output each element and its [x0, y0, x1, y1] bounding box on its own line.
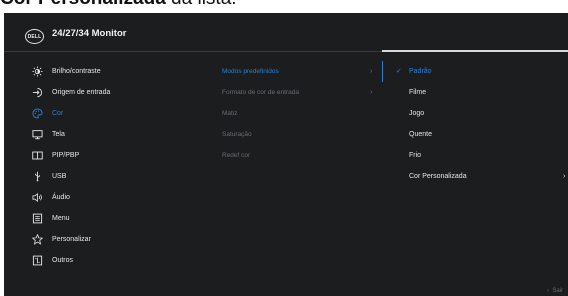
chevron-left-icon: ‹ [546, 288, 549, 294]
option-label: Jogo [409, 109, 425, 117]
menu-item-label: Outros [52, 256, 74, 264]
submenu-item-label: Redef cor [222, 151, 251, 159]
osd-window: DELL 24/27/34 Monitor Brilho/contraste O… [4, 13, 568, 296]
option-label: Frio [409, 151, 422, 159]
option-cor-personalizada[interactable]: Cor Personalizada › [383, 166, 568, 186]
submenu-item-formato-de-cor[interactable]: Formato de cor de entrada › [222, 82, 382, 102]
submenu-item-modos-predefinidos[interactable]: Modos predefinidos › [222, 61, 382, 81]
menu-item-brilho-contraste[interactable]: Brilho/contraste [4, 61, 214, 81]
option-filme[interactable]: Filme [383, 82, 568, 102]
option-padrao[interactable]: ✓ Padrão [383, 61, 568, 81]
check-icon: ✓ [396, 68, 402, 75]
exit-button[interactable]: ‹ Sair [547, 288, 563, 294]
option-quente[interactable]: Quente [383, 124, 568, 144]
menu-item-label: Tela [52, 130, 65, 138]
option-frio[interactable]: Frio [383, 145, 568, 165]
dell-logo: DELL [25, 29, 44, 44]
menu-item-pip-pbp[interactable]: PIP/PBP [4, 145, 214, 165]
menu-item-label: Áudio [52, 193, 70, 201]
menu-item-outros[interactable]: Outros [4, 250, 214, 270]
option-jogo[interactable]: Jogo [383, 103, 568, 123]
option-label: Cor Personalizada [409, 172, 467, 180]
menu-item-label: Menu [52, 214, 70, 222]
submenu-item-label: Saturação [222, 130, 252, 138]
star-icon [31, 233, 43, 245]
exit-label: Sair [552, 288, 563, 294]
menu-item-label: Personalizar [52, 235, 91, 243]
chevron-right-icon: › [370, 88, 373, 96]
submenu-item-label: Formato de cor de entrada [222, 88, 299, 96]
others-icon [31, 254, 43, 266]
menu-item-cor[interactable]: Cor [4, 103, 214, 123]
menu-item-label: USB [52, 172, 67, 180]
menu-item-origem-de-entrada[interactable]: Origem de entrada [4, 82, 214, 102]
osd-header: DELL 24/27/34 Monitor [4, 13, 568, 50]
display-icon [31, 128, 43, 140]
sun-icon [31, 65, 43, 77]
menu-item-audio[interactable]: Áudio [4, 187, 214, 207]
chevron-right-icon: › [370, 67, 373, 75]
options-header-highlight [382, 50, 568, 52]
chevron-right-icon: › [563, 172, 566, 180]
option-label: Quente [409, 130, 432, 138]
caption-rest: da lista. [166, 0, 237, 9]
menu-icon [31, 212, 43, 224]
speaker-icon [31, 191, 43, 203]
caption-bold: Cor Personalizada [0, 0, 166, 9]
menu-item-personalizar[interactable]: Personalizar [4, 229, 214, 249]
page-caption: Cor Personalizada da lista. [0, 0, 237, 9]
usb-icon [31, 170, 43, 182]
submenu-item-label: Matiz [222, 109, 238, 117]
menu-item-label: Brilho/contraste [52, 67, 101, 75]
submenu-item-saturacao[interactable]: Saturação [222, 124, 382, 144]
menu-item-tela[interactable]: Tela [4, 124, 214, 144]
menu-item-label: Cor [52, 109, 64, 117]
menu-item-label: PIP/PBP [52, 151, 80, 159]
menu-item-usb[interactable]: USB [4, 166, 214, 186]
menu-item-menu[interactable]: Menu [4, 208, 214, 228]
submenu-item-redef-cor[interactable]: Redef cor [222, 145, 382, 165]
input-source-icon [31, 86, 43, 98]
option-label: Padrão [409, 67, 432, 75]
menu-item-label: Origem de entrada [52, 88, 111, 96]
option-label: Filme [409, 88, 427, 96]
submenu-item-label: Modos predefinidos [222, 67, 279, 75]
palette-icon [31, 107, 43, 119]
submenu-item-matiz[interactable]: Matiz [222, 103, 382, 123]
monitor-title: 24/27/34 Monitor [52, 28, 127, 39]
pip-pbp-icon [31, 149, 43, 161]
